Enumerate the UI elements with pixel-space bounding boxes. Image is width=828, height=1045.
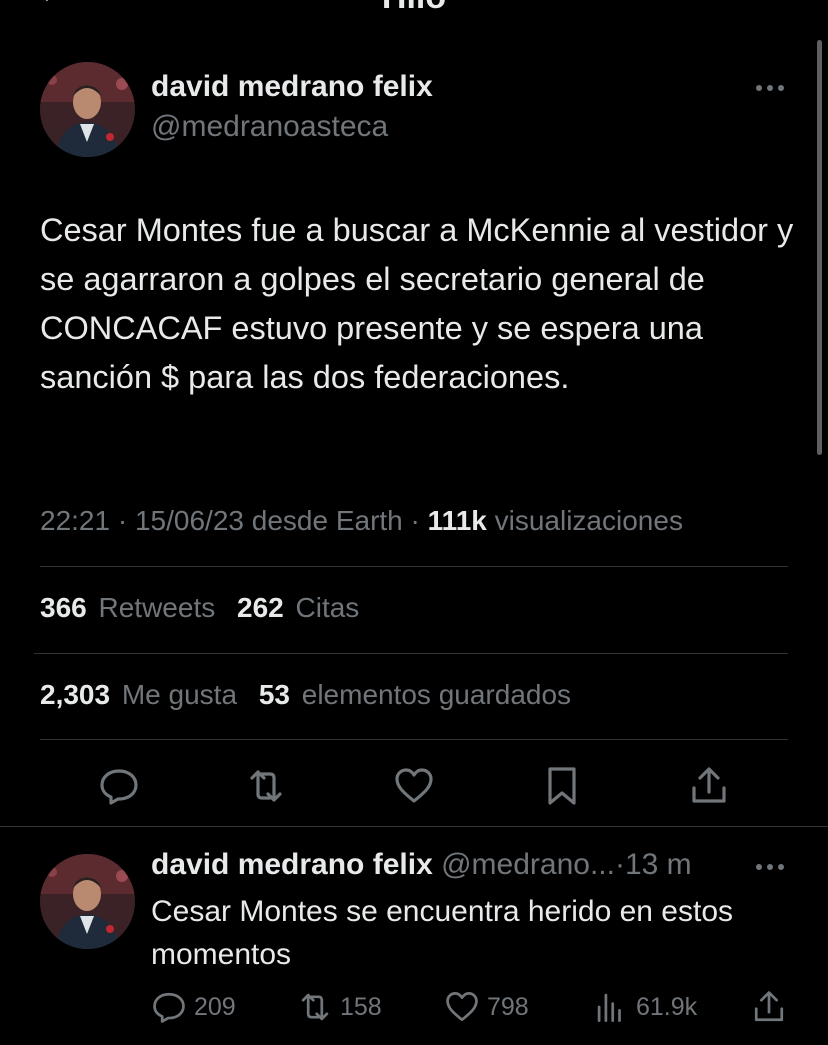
reply-retweets-count: 158 — [340, 992, 382, 1021]
tweet-metadata: 22:21 · 15/06/23 desde Earth · 111k visu… — [40, 505, 683, 536]
retweet-icon — [301, 993, 329, 1021]
like-icon — [446, 992, 478, 1022]
retweets-label[interactable]: Retweets — [99, 592, 216, 623]
reply-retweet-button[interactable]: 158 — [298, 990, 382, 1024]
bookmarks-label[interactable]: elementos guardados — [302, 679, 571, 710]
reply-share-button[interactable] — [752, 990, 794, 1024]
thread-page: Hilo david medrano felix @medranoasteca … — [0, 0, 828, 1045]
tweet-time: 22:21 — [40, 505, 111, 536]
likes-count: 2,303 — [40, 679, 111, 710]
likes-label[interactable]: Me gusta — [122, 679, 237, 710]
avatar[interactable] — [40, 854, 135, 949]
reply-header: david medrano felix @medrano...·13 m — [151, 848, 692, 881]
bookmark-icon[interactable] — [542, 766, 582, 806]
tweet-date: 15/06/23 — [134, 505, 244, 536]
reply-icon[interactable] — [99, 766, 139, 806]
tweet-text: Cesar Montes fue a buscar a McKennie al … — [40, 212, 794, 395]
divider — [40, 566, 788, 567]
divider — [0, 826, 828, 827]
retweet-stats[interactable]: 366 Retweets 262 Citas — [40, 592, 359, 624]
divider — [34, 653, 788, 654]
reply-author-handle[interactable]: @medrano... — [441, 848, 615, 881]
reply-replies-count: 209 — [194, 992, 236, 1021]
reply-reply-button[interactable]: 209 — [152, 990, 236, 1024]
tweet-source: desde Earth — [251, 505, 403, 536]
like-stats[interactable]: 2,303 Me gusta 53 elementos guardados — [40, 679, 571, 711]
reply-time[interactable]: 13 m — [625, 848, 692, 881]
reply-text: Cesar Montes se encuentra herido en esto… — [151, 895, 733, 971]
divider — [40, 739, 788, 740]
retweets-count: 366 — [40, 592, 87, 623]
author-name[interactable]: david medrano felix — [151, 70, 433, 104]
avatar[interactable] — [40, 62, 135, 157]
views-count: 111k — [427, 505, 487, 536]
reply-views-button[interactable]: 61.9k — [594, 990, 697, 1024]
like-icon[interactable] — [394, 766, 434, 806]
author-handle[interactable]: @medranoasteca — [151, 110, 388, 144]
more-options-icon[interactable] — [754, 83, 786, 93]
reply-views-count: 61.9k — [636, 992, 698, 1021]
reply-author-name[interactable]: david medrano felix — [151, 848, 433, 881]
quotes-label[interactable]: Citas — [296, 592, 360, 623]
retweet-icon[interactable] — [246, 766, 286, 806]
views-icon — [597, 993, 621, 1022]
reply-like-button[interactable]: 798 — [445, 990, 529, 1024]
reply-icon — [153, 992, 185, 1023]
page-title: Hilo — [0, 0, 828, 17]
reply-likes-count: 798 — [487, 992, 529, 1021]
quotes-count: 262 — [237, 592, 284, 623]
share-icon[interactable] — [689, 766, 729, 806]
scrollbar[interactable] — [817, 40, 822, 455]
more-options-icon[interactable] — [754, 862, 786, 872]
share-icon — [754, 991, 784, 1022]
views-label[interactable]: visualizaciones — [495, 505, 683, 536]
bookmarks-count: 53 — [258, 679, 290, 710]
